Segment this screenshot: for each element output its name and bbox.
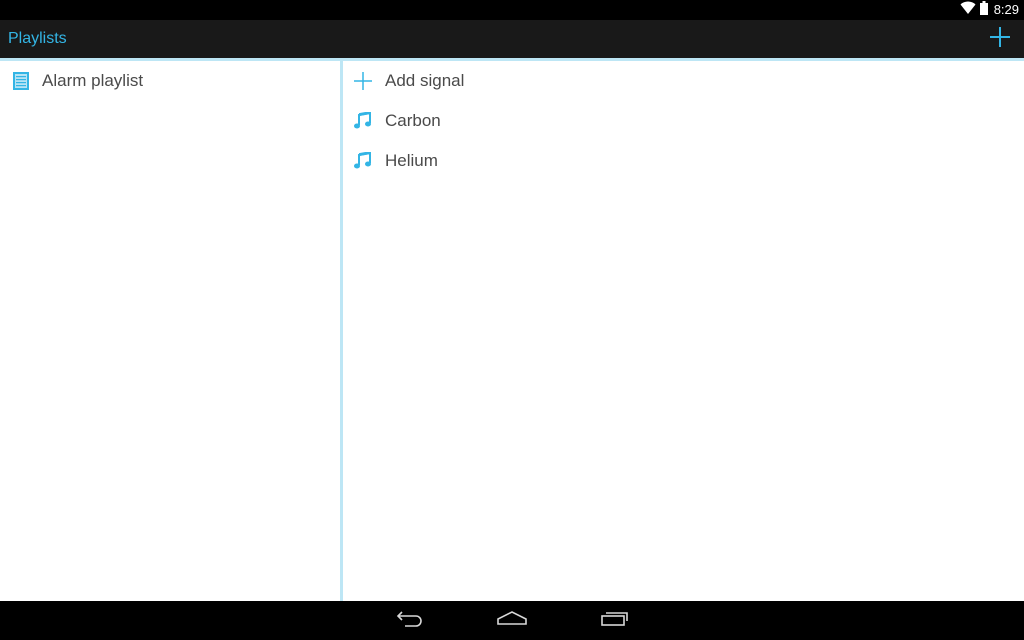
status-indicators: 8:29 (960, 0, 1019, 20)
add-signal-button[interactable]: Add signal (343, 61, 1024, 101)
recents-button[interactable] (585, 601, 645, 640)
home-icon (497, 610, 527, 631)
wifi-icon (960, 1, 976, 20)
status-bar: 8:29 (0, 0, 1024, 20)
add-signal-label: Add signal (385, 71, 465, 90)
home-button[interactable] (482, 601, 542, 640)
back-button[interactable] (380, 601, 440, 640)
add-playlist-button[interactable] (976, 20, 1024, 58)
playlist-item-label: Alarm playlist (42, 71, 144, 90)
music-note-icon (353, 151, 373, 171)
signal-item-helium[interactable]: Helium (343, 141, 1024, 181)
plus-icon (990, 26, 1010, 52)
battery-icon (979, 0, 988, 20)
music-note-icon (353, 111, 373, 131)
playlist-item-alarm[interactable]: Alarm playlist (0, 61, 340, 101)
app-screen: 8:29 Playlists Alarm playlist Add signal… (0, 0, 1024, 640)
recents-icon (601, 610, 629, 631)
playlist-icon (11, 71, 31, 91)
plus-icon (353, 71, 373, 91)
signal-item-carbon[interactable]: Carbon (343, 101, 1024, 141)
content-area: Alarm playlist Add signal Carbon Helium (0, 61, 1024, 601)
navigation-bar (0, 601, 1024, 640)
signal-item-label: Carbon (385, 111, 441, 130)
status-time: 8:29 (993, 2, 1019, 17)
signal-item-label: Helium (385, 151, 438, 170)
page-title: Playlists (8, 30, 67, 47)
playlist-list: Alarm playlist (0, 61, 340, 601)
signal-list: Add signal Carbon Helium (343, 61, 1024, 601)
back-icon (395, 609, 425, 632)
action-bar: Playlists (0, 20, 1024, 58)
